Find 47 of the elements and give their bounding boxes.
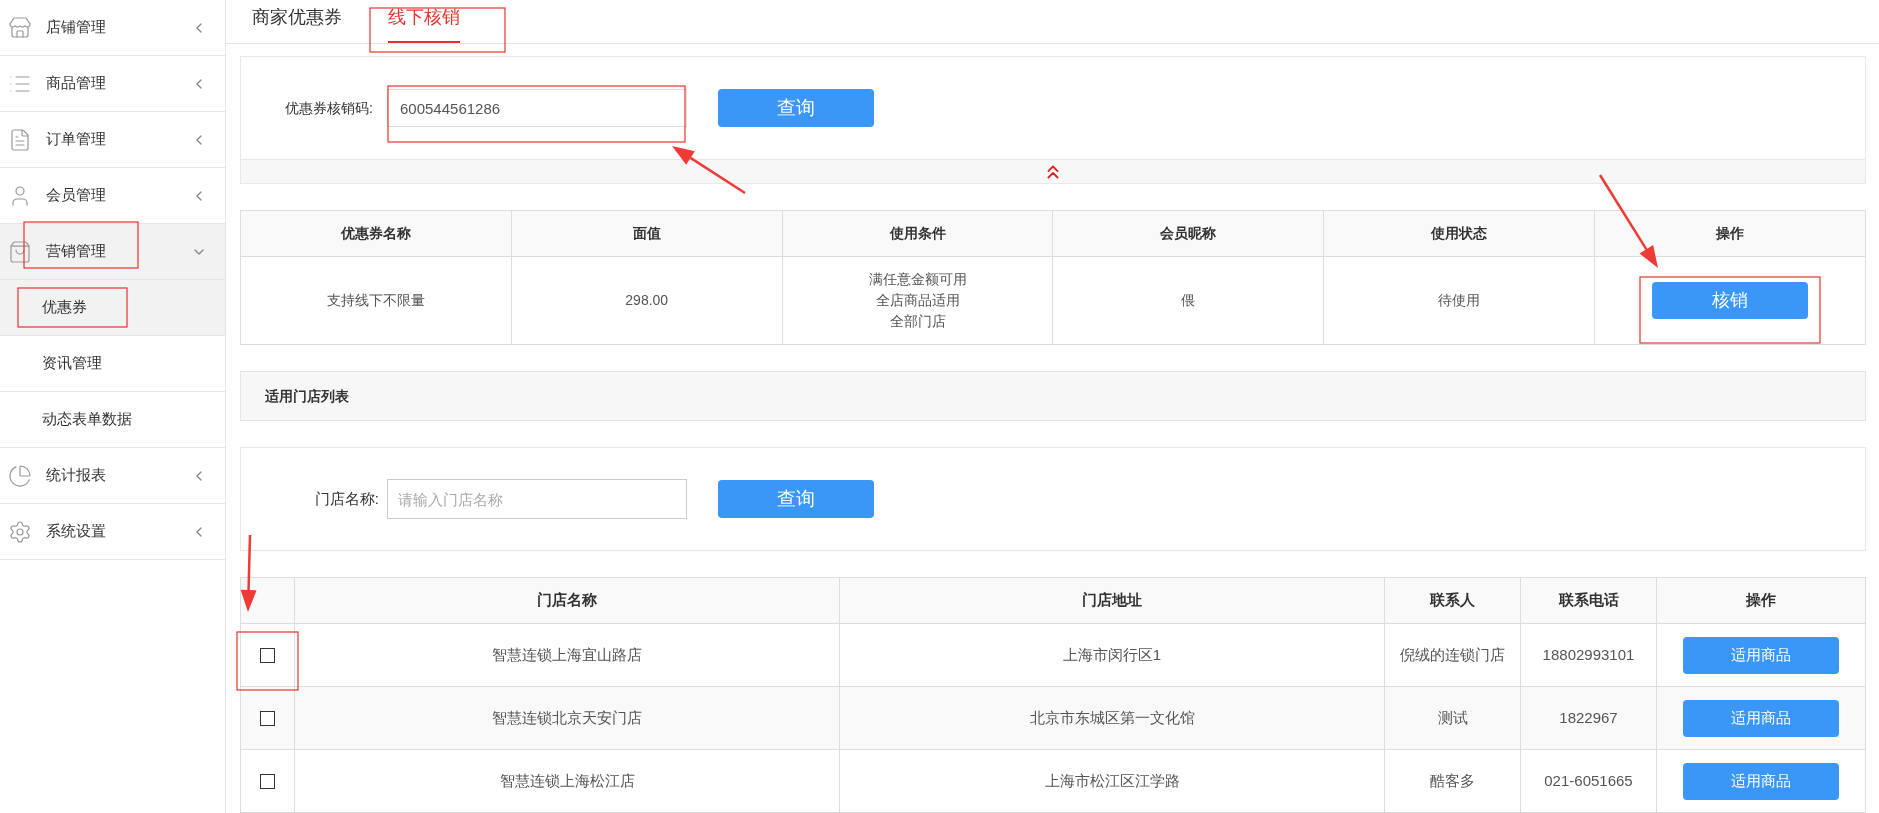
table-cell: 上海市闵行区1 (839, 623, 1385, 687)
sidebar-label: 统计报表 (46, 465, 106, 486)
table-cell: 偎 (1053, 256, 1324, 345)
table-cell: 智慧连锁北京天安门店 (294, 686, 840, 750)
table-cell: 待使用 (1323, 256, 1595, 345)
table-cell: 18802993101 (1520, 623, 1657, 687)
column-header: 门店地址 (839, 577, 1385, 624)
tab[interactable]: 线下核销 (388, 4, 460, 43)
sidebar-label: 营销管理 (46, 241, 106, 262)
column-header: 联系电话 (1520, 577, 1657, 624)
table-cell: 满任意金额可用 全店商品适用 全部门店 (782, 256, 1053, 345)
field-label: 门店名称: (313, 488, 379, 509)
sidebar-label: 会员管理 (46, 185, 106, 206)
table-cell: 021-6051665 (1520, 749, 1657, 813)
table-cell: 智慧连锁上海松江店 (294, 749, 840, 813)
section-title: 适用门店列表 (265, 386, 349, 406)
column-header: 使用条件 (782, 210, 1053, 257)
column-header: 操作 (1594, 210, 1866, 257)
sidebar-label: 店铺管理 (46, 17, 106, 38)
tab[interactable]: 商家优惠券 (252, 4, 342, 43)
table-cell: 倪绒的连锁门店 (1384, 623, 1521, 687)
input-field[interactable]: 600544561286 (387, 89, 687, 127)
sidebar-label: 商品管理 (46, 73, 106, 94)
table-cell: 智慧连锁上海宜山路店 (294, 623, 840, 687)
table-cell: 1822967 (1520, 686, 1657, 750)
submenu-item[interactable]: 优惠券 (0, 280, 225, 336)
column-header: 优惠券名称 (240, 210, 512, 257)
sidebar-label: 订单管理 (46, 129, 106, 150)
submenu-label: 资讯管理 (42, 353, 102, 374)
column-header: 门店名称 (294, 577, 840, 624)
column-header: 会员昵称 (1053, 210, 1324, 257)
input-field[interactable]: 请输入门店名称 (387, 479, 687, 519)
table-cell: 298.00 (511, 256, 783, 345)
submenu-label: 优惠券 (42, 297, 87, 318)
table-cell: 酷客多 (1384, 749, 1521, 813)
field-label: 优惠券核销码: (284, 98, 373, 118)
sidebar-item[interactable]: 营销管理 (0, 224, 225, 280)
submenu-label: 动态表单数据 (42, 409, 132, 430)
column-header: 操作 (1656, 577, 1866, 624)
column-header: 面值 (511, 210, 783, 257)
table-cell: 支持线下不限量 (240, 256, 512, 345)
sidebar-label: 系统设置 (46, 521, 106, 542)
column-header: 联系人 (1384, 577, 1521, 624)
table-cell: 测试 (1384, 686, 1521, 750)
table-cell: 上海市松江区江学路 (839, 749, 1385, 813)
column-header: 使用状态 (1323, 210, 1595, 257)
table-cell: 北京市东城区第一文化馆 (839, 686, 1385, 750)
